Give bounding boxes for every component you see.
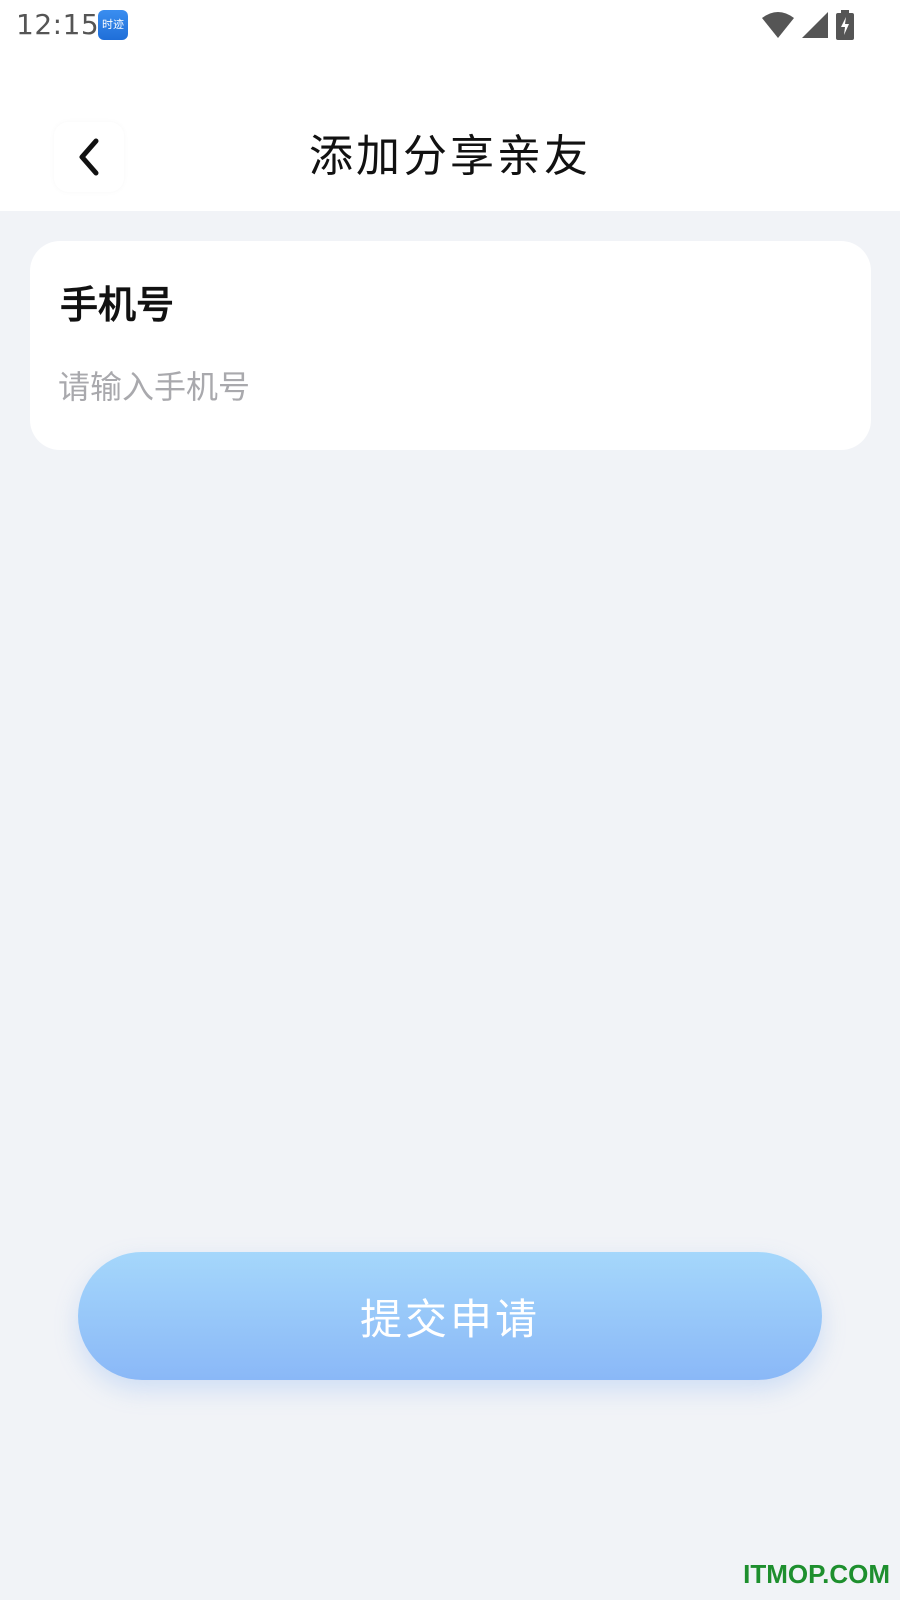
- battery-charging-icon: [836, 10, 854, 40]
- status-icons: [762, 9, 854, 41]
- submit-button[interactable]: 提交申请: [78, 1252, 822, 1380]
- page-title: 添加分享亲友: [309, 131, 591, 182]
- app-badge-icon: 时迹: [98, 10, 128, 40]
- wifi-icon: [762, 12, 794, 38]
- phone-input[interactable]: [58, 359, 838, 415]
- page-header: 添加分享亲友: [0, 50, 900, 211]
- signal-icon: [802, 12, 828, 38]
- status-bar: 12:15 时迹: [0, 0, 900, 50]
- phone-form-card: 手机号: [30, 241, 871, 450]
- phone-label: 手机号: [60, 283, 175, 327]
- watermark: ITMOP.COM: [743, 1559, 890, 1589]
- status-time: 12:15: [16, 8, 100, 41]
